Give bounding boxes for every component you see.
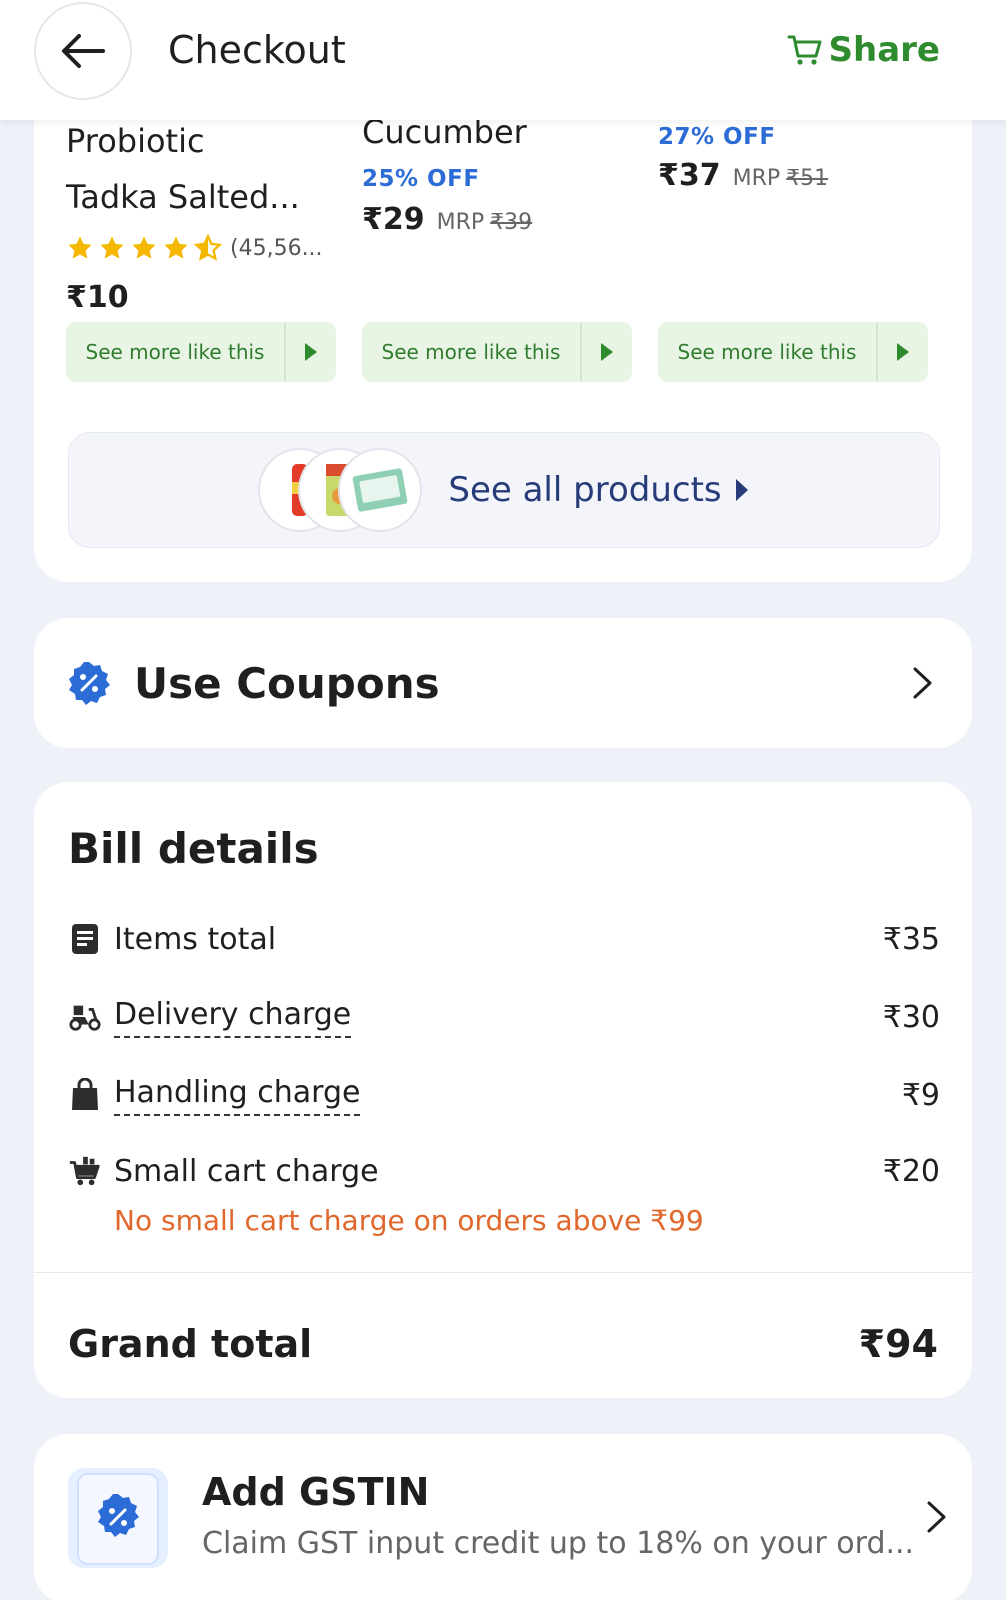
see-more-like-this-button[interactable]: See more like this <box>66 322 336 382</box>
small-cart-note: No small cart charge on orders above ₹99 <box>114 1204 704 1237</box>
mrp-value: ₹51 <box>786 166 829 191</box>
bill-label: Handling charge <box>114 1075 361 1116</box>
add-gstin-title: Add GSTIN <box>202 1470 430 1514</box>
arrow-left-icon <box>62 34 105 68</box>
bill-label: Items total <box>114 921 277 957</box>
add-gstin-row[interactable]: Add GSTIN Claim GST input credit up to 1… <box>34 1434 972 1600</box>
grand-total-value: ₹94 <box>858 1322 938 1366</box>
page-title: Checkout <box>168 28 346 72</box>
product-thumbnails <box>258 448 426 532</box>
share-button[interactable]: Share <box>787 28 940 72</box>
bill-details-card: Bill details Items total ₹35 Delivery ch… <box>34 782 972 1398</box>
receipt-icon <box>68 922 102 956</box>
product-card[interactable]: Cucumber 25% OFF ₹29 MRP ₹39 <box>362 110 634 237</box>
rating-count: (45,56... <box>230 235 323 261</box>
chevron-right-icon <box>913 667 932 699</box>
bill-label: Delivery charge <box>114 997 352 1038</box>
see-more-like-this-button[interactable]: See more like this <box>362 322 632 382</box>
grand-total-label: Grand total <box>68 1322 313 1366</box>
discount-label: 25% OFF <box>362 166 480 192</box>
product-price: ₹10 <box>66 280 129 315</box>
caret-right-icon <box>735 479 748 501</box>
bill-row-items-total: Items total ₹35 <box>68 914 940 964</box>
back-button[interactable] <box>34 2 132 100</box>
bill-label: Small cart charge <box>114 1153 379 1189</box>
product-card[interactable]: Probiotic Tadka Salted... (45,56... ₹10 <box>66 110 338 315</box>
play-arrow-icon <box>878 342 928 362</box>
share-label: Share <box>828 30 940 70</box>
shopping-bag-icon <box>68 1078 102 1112</box>
product-card[interactable]: 27% OFF ₹37 MRP ₹51 <box>658 124 930 193</box>
add-gstin-subtitle: Claim GST input credit up to 18% on your… <box>202 1526 915 1561</box>
mrp-label: MRP <box>436 210 485 235</box>
chevron-right-icon <box>927 1501 946 1533</box>
play-arrow-icon <box>286 342 336 362</box>
use-coupons-label: Use Coupons <box>134 658 440 708</box>
discount-badge-icon <box>69 662 110 705</box>
see-more-label: See more like this <box>66 322 286 382</box>
see-more-label: See more like this <box>362 322 582 382</box>
bill-value: ₹9 <box>901 1077 940 1113</box>
play-arrow-icon <box>582 342 632 362</box>
star-icon <box>132 236 156 259</box>
bill-row-delivery-charge[interactable]: Delivery charge ₹30 <box>68 992 940 1042</box>
mrp-value: ₹39 <box>490 210 533 235</box>
app-header: Checkout Share <box>0 0 1006 120</box>
divider <box>34 1272 972 1273</box>
bill-value: ₹20 <box>882 1153 940 1189</box>
use-coupons-row[interactable]: Use Coupons <box>34 618 972 748</box>
gstin-icon <box>68 1468 168 1568</box>
bill-details-title: Bill details <box>68 824 319 873</box>
star-icon <box>100 236 124 259</box>
bill-value: ₹35 <box>882 921 940 957</box>
bill-row-handling-charge[interactable]: Handling charge ₹9 <box>68 1070 940 1120</box>
see-more-label: See more like this <box>658 322 878 382</box>
rating-stars: (45,56... <box>66 228 338 268</box>
similar-products-card: Probiotic Tadka Salted... (45,56... ₹10 … <box>34 80 972 582</box>
half-star-icon <box>194 234 222 261</box>
product-price: ₹29 <box>362 202 425 237</box>
star-icon <box>164 236 188 259</box>
product-thumbnail <box>338 448 423 532</box>
product-price: ₹37 <box>658 158 721 193</box>
star-icon <box>68 236 92 259</box>
mrp-label: MRP <box>732 166 781 191</box>
see-all-products-button[interactable]: See all products <box>68 432 940 548</box>
see-more-like-this-button[interactable]: See more like this <box>658 322 928 382</box>
bill-row-small-cart-charge: Small cart charge ₹20 <box>68 1146 940 1196</box>
see-all-products-label: See all products <box>448 470 722 510</box>
product-name-line2: Tadka Salted... <box>66 178 300 216</box>
shopping-cart-icon <box>68 1154 102 1188</box>
cart-icon <box>787 35 822 65</box>
discount-label: 27% OFF <box>658 124 776 150</box>
delivery-scooter-icon <box>68 1000 102 1034</box>
bill-value: ₹30 <box>882 999 940 1035</box>
